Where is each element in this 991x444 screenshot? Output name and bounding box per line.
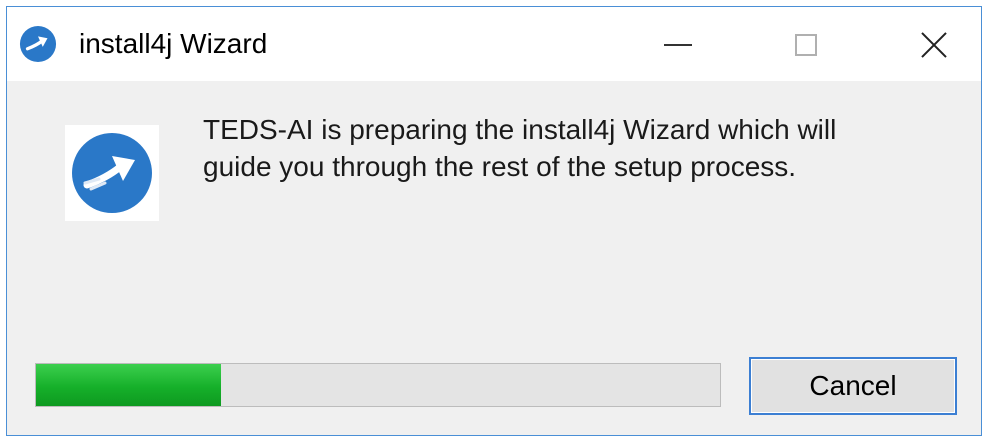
close-icon: [919, 30, 949, 60]
minimize-icon: [664, 44, 692, 46]
close-button[interactable]: [903, 17, 965, 73]
minimize-button[interactable]: [647, 17, 709, 73]
install4j-logo-icon: [65, 125, 159, 221]
maximize-button[interactable]: [775, 17, 837, 73]
progress-bar: [35, 363, 721, 407]
cancel-button[interactable]: Cancel: [749, 357, 957, 415]
status-message: TEDS-AI is preparing the install4j Wizar…: [203, 111, 943, 185]
maximize-icon: [795, 34, 817, 56]
status-message-line-1: TEDS-AI is preparing the install4j Wizar…: [203, 114, 837, 145]
progress-bar-fill: [36, 364, 221, 406]
window-title: install4j Wizard: [79, 28, 268, 59]
status-message-line-2: guide you through the rest of the setup …: [203, 151, 797, 182]
installer-window: install4j Wizard TEDS-AI is preparing th…: [6, 6, 982, 436]
install4j-logo-icon: [19, 25, 57, 63]
title-bar[interactable]: install4j Wizard: [7, 7, 981, 81]
